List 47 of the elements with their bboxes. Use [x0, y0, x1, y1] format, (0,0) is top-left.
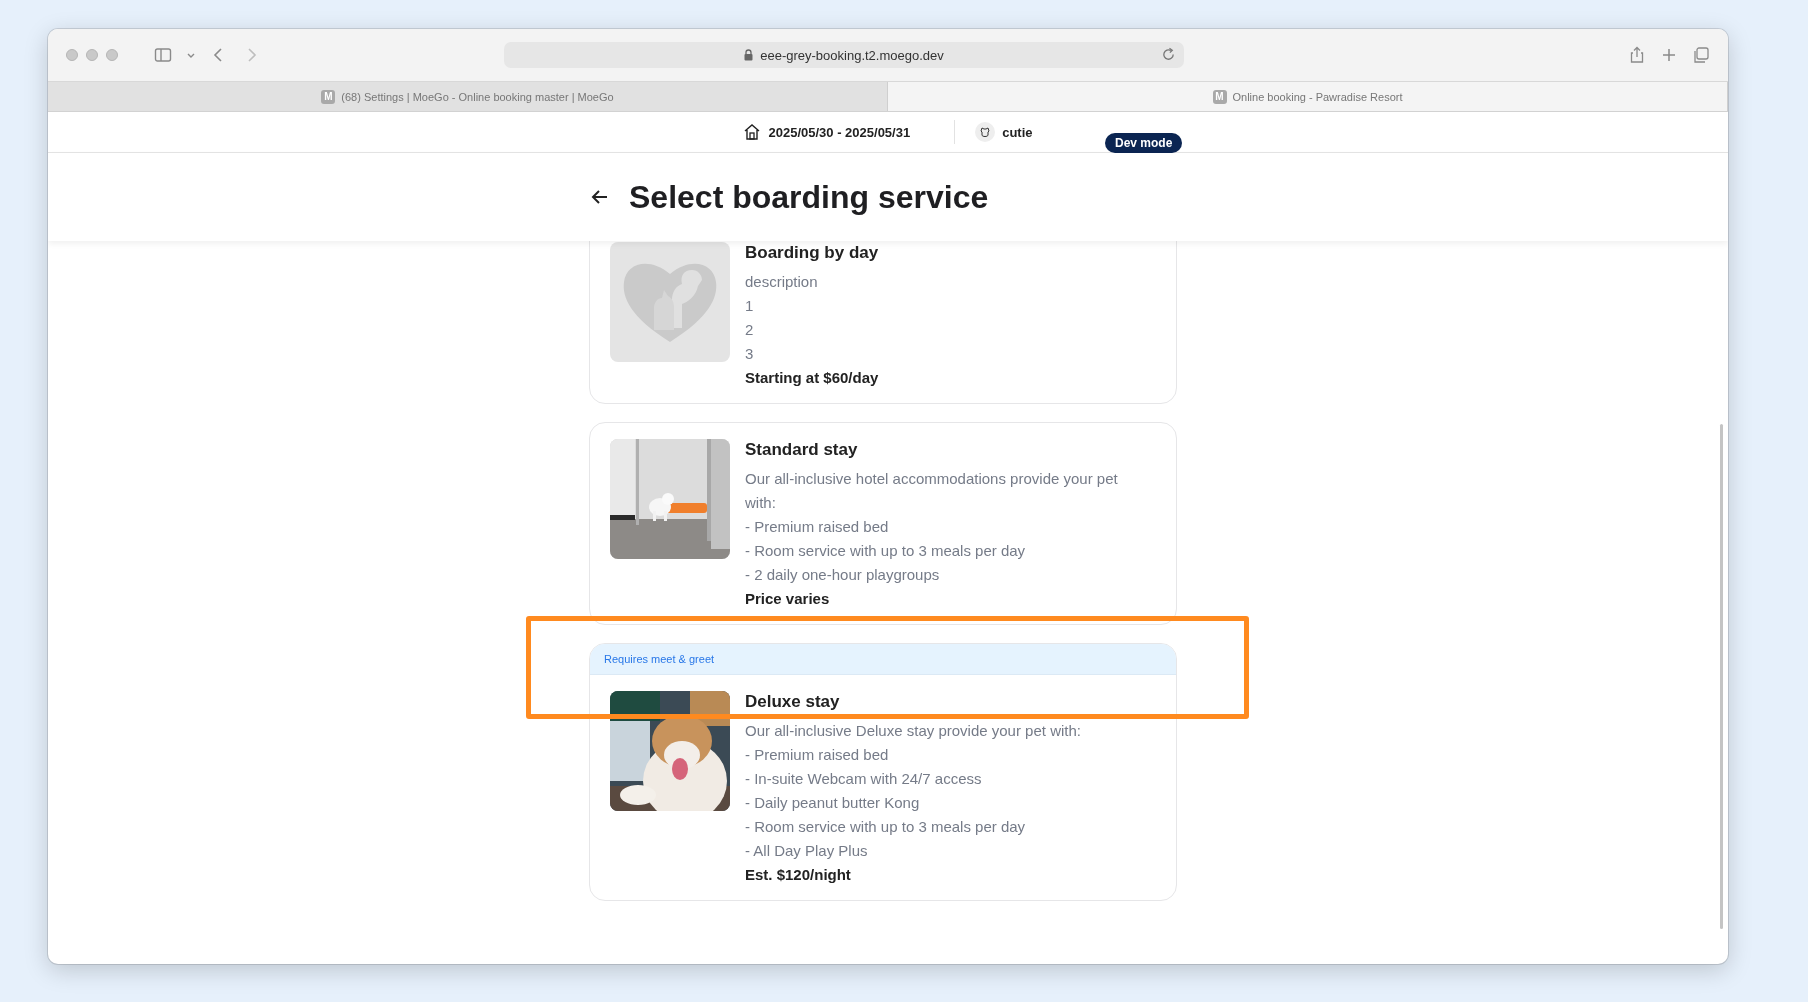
service-description: - Daily peanut butter Kong [745, 793, 921, 813]
service-description: - In-suite Webcam with 24/7 access [745, 769, 983, 789]
service-card[interactable] [589, 643, 1177, 901]
service-description: - All Day Play Plus [745, 841, 869, 861]
close-button[interactable] [66, 49, 78, 61]
service-description: - Premium raised bed [745, 745, 890, 765]
zoom-button[interactable] [106, 49, 118, 61]
service-price: Est. $120/night [745, 866, 852, 883]
dev-mode-badge: Dev mode [1105, 133, 1183, 153]
service-card[interactable]: Boarding by day description 1 2 3 Starting at $60/day [589, 241, 1177, 404]
service-description: - Premium raised bed [745, 517, 890, 537]
service-description: Our all-inclusive hotel accommodations provide your pet with: [745, 469, 1119, 513]
browser-tab[interactable]: M (68) Settings | MoeGo - Online booking master | MoeGo [48, 82, 888, 111]
tabs-overview-icon[interactable] [1692, 46, 1710, 64]
service-price: Price varies [745, 590, 831, 607]
service-price: Starting at $60/day [745, 369, 879, 386]
new-tab-icon[interactable] [1660, 46, 1678, 64]
address-field[interactable]: eee-grey-booking.t2.moego.dev [504, 42, 1184, 68]
service-name: Deluxe stay [745, 692, 841, 712]
scrollbar[interactable] [1720, 424, 1723, 929]
service-description: Our all-inclusive Deluxe stay provide your pet with: [745, 721, 1081, 741]
service-name: Standard stay [745, 440, 859, 460]
browser-tab[interactable]: M Online booking - Pawradise Resort [888, 82, 1728, 111]
favicon: M [321, 89, 336, 104]
favicon: M [1212, 89, 1227, 104]
sidebar-icon[interactable] [154, 46, 172, 64]
service-description: - Room service with up to 3 meals per day [745, 541, 1027, 561]
share-icon[interactable] [1628, 46, 1646, 64]
date-range: 2025/05/30 - 2025/05/31 [768, 124, 911, 140]
minimize-button[interactable] [86, 49, 98, 61]
house-icon [743, 123, 762, 141]
lock-icon [744, 49, 754, 61]
pet-name: cutie [1002, 124, 1033, 140]
service-description: - Room service with up to 3 meals per day [745, 817, 1027, 837]
tab-title: Online booking - Pawradise Resort [1232, 90, 1403, 103]
service-name: Boarding by day [745, 243, 879, 263]
meet-greet-banner: Requires meet & greet [590, 644, 1176, 675]
service-description: description [745, 272, 819, 292]
dog-icon [975, 122, 996, 142]
page-title: Select boarding service [629, 178, 989, 216]
service-description: - 2 daily one-hour playgroups [745, 565, 941, 585]
service-description: 3 [745, 344, 755, 364]
service-description: 2 [745, 320, 755, 340]
service-card[interactable]: Standard stay Our all-inclusive hotel accommodations provide your pet with: - Premium raised bed - Room service with up to 3 meals per day - 2 daily one-hour playgroups Price varies [589, 422, 1177, 625]
service-description: 1 [745, 296, 755, 316]
tab-title: (68) Settings | MoeGo - Online booking master | MoeGo [341, 90, 614, 103]
reload-icon[interactable] [1161, 47, 1176, 62]
